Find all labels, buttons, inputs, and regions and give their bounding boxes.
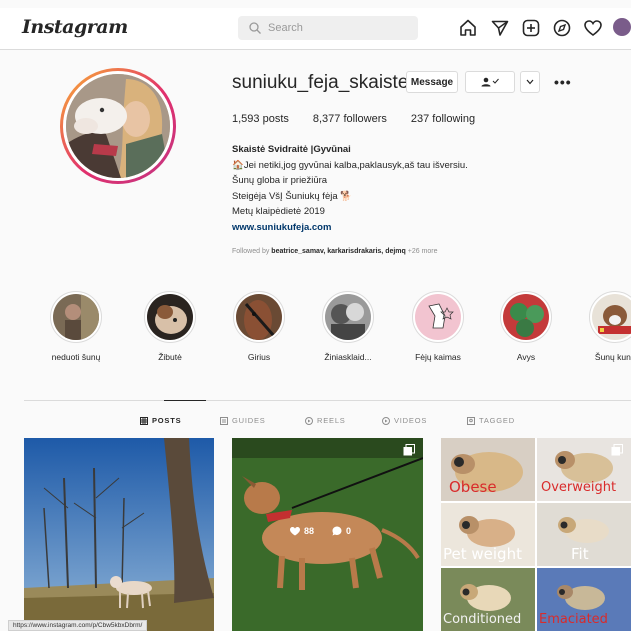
like-count: 88	[304, 526, 315, 536]
guides-icon	[220, 416, 228, 425]
active-tab-indicator	[164, 400, 206, 401]
highlight-label: Žiniasklaid...	[324, 352, 372, 362]
bio-line-1: Jei netiki,jog gyvūnai kalba,paklausyk,a…	[243, 159, 468, 171]
grid-icon	[140, 416, 148, 425]
message-button[interactable]: Message	[406, 71, 458, 93]
reels-icon	[305, 416, 313, 425]
search-placeholder: Search	[268, 22, 303, 34]
search-icon	[249, 22, 261, 34]
person-check-icon	[481, 77, 499, 87]
suggested-accounts-button[interactable]	[520, 71, 540, 93]
multiple-images-icon	[403, 444, 415, 456]
profile-bio: Skaistė Svidraitė |Gyvūnai 🏠Jei netiki,j…	[232, 142, 468, 235]
highlight-item[interactable]: Fėjų kaimas	[398, 291, 478, 362]
dog-emoji-icon: 🐕	[340, 190, 353, 202]
profile-username: suniuku_feja_skaiste	[232, 72, 409, 93]
pug-label-overweight: Overweight	[541, 480, 617, 495]
new-post-icon[interactable]	[520, 17, 542, 39]
tab-videos[interactable]: VIDEOS	[382, 416, 427, 425]
pug-label-fit: Fit	[571, 545, 589, 563]
following-button[interactable]	[465, 71, 515, 93]
highlight-item[interactable]: Avys	[486, 291, 566, 362]
video-icon	[382, 416, 390, 425]
website-link[interactable]: www.suniukufeja.com	[232, 220, 468, 236]
tab-tagged[interactable]: TAGGED	[467, 416, 515, 425]
activity-heart-icon[interactable]	[582, 17, 604, 39]
following-count[interactable]: 237 following	[411, 113, 475, 125]
pug-label-emaciated: Emaciated	[539, 612, 608, 627]
profile-avatar-icon[interactable]	[613, 18, 631, 36]
instagram-logo[interactable]: Instagram	[22, 16, 128, 38]
followers-count[interactable]: 8,377 followers	[313, 113, 387, 125]
profile-full-name: Skaistė Svidraitė |Gyvūnai	[232, 144, 351, 155]
pug-label-obese: Obese	[449, 478, 497, 496]
highlight-label: Šunų kunc	[594, 352, 631, 362]
tab-reels[interactable]: REELS	[305, 416, 346, 425]
highlight-item[interactable]: neduoti šunų	[36, 291, 116, 362]
bio-line-2: Šunų globa ir priežiūra	[232, 175, 328, 186]
instagram-profile-page: Instagram Search suniuku_feja_skaiste Me…	[0, 0, 631, 631]
heart-icon	[290, 526, 300, 535]
post-hover-stats: 88 0	[290, 526, 351, 536]
multiple-images-icon	[611, 444, 623, 456]
more-options-button[interactable]: •••	[554, 74, 572, 90]
highlight-label: Girius	[247, 352, 271, 362]
highlight-label: Žibutė	[158, 352, 182, 362]
comment-count: 0	[346, 526, 352, 536]
highlight-item[interactable]: Šunų kunc	[575, 291, 631, 362]
tab-guides[interactable]: GUIDES	[220, 416, 266, 425]
highlight-item[interactable]: Girius	[219, 291, 299, 362]
post-tile[interactable]	[24, 438, 214, 631]
highlight-label: Avys	[516, 352, 536, 362]
chevron-down-icon	[526, 79, 534, 85]
link-status-bar: https://www.instagram.com/p/Cbw5kbxDbrm/	[8, 620, 148, 631]
post-tile[interactable]: 88 0	[232, 438, 423, 631]
comment-icon	[332, 526, 342, 536]
bio-line-3: Steigėja VšĮ Šuniukų fėja	[232, 190, 338, 202]
profile-tabs: POSTS GUIDES REELS VIDEOS TAGGED	[24, 400, 631, 425]
pug-label-conditioned: Conditioned	[443, 612, 522, 627]
post-tile[interactable]: Obese Overweight Pet weight Fit Conditio…	[441, 438, 631, 631]
posts-count: 1,593 posts	[232, 113, 289, 125]
pug-label-pet-weight: Pet weight	[443, 545, 522, 563]
top-nav: Instagram Search	[0, 8, 631, 50]
house-emoji-icon: 🏠	[232, 159, 244, 171]
followed-by[interactable]: Followed by beatrice_samav, karkarisdrak…	[232, 248, 438, 255]
explore-icon[interactable]	[551, 17, 573, 39]
highlight-item[interactable]: Žibutė	[130, 291, 210, 362]
highlight-item[interactable]: Žiniasklaid...	[308, 291, 388, 362]
search-input[interactable]: Search	[238, 16, 418, 40]
home-icon[interactable]	[457, 17, 479, 39]
highlight-label: Fėjų kaimas	[415, 352, 461, 362]
profile-stats: 1,593 posts 8,377 followers 237 followin…	[232, 113, 475, 125]
highlight-label: neduoti šunų	[51, 352, 101, 362]
profile-photo	[66, 74, 170, 178]
tagged-icon	[467, 416, 475, 425]
direct-icon[interactable]	[489, 17, 511, 39]
profile-picture[interactable]	[60, 68, 176, 184]
bio-line-4: Metų klaipėdietė 2019	[232, 206, 325, 217]
tab-posts[interactable]: POSTS	[140, 416, 181, 425]
